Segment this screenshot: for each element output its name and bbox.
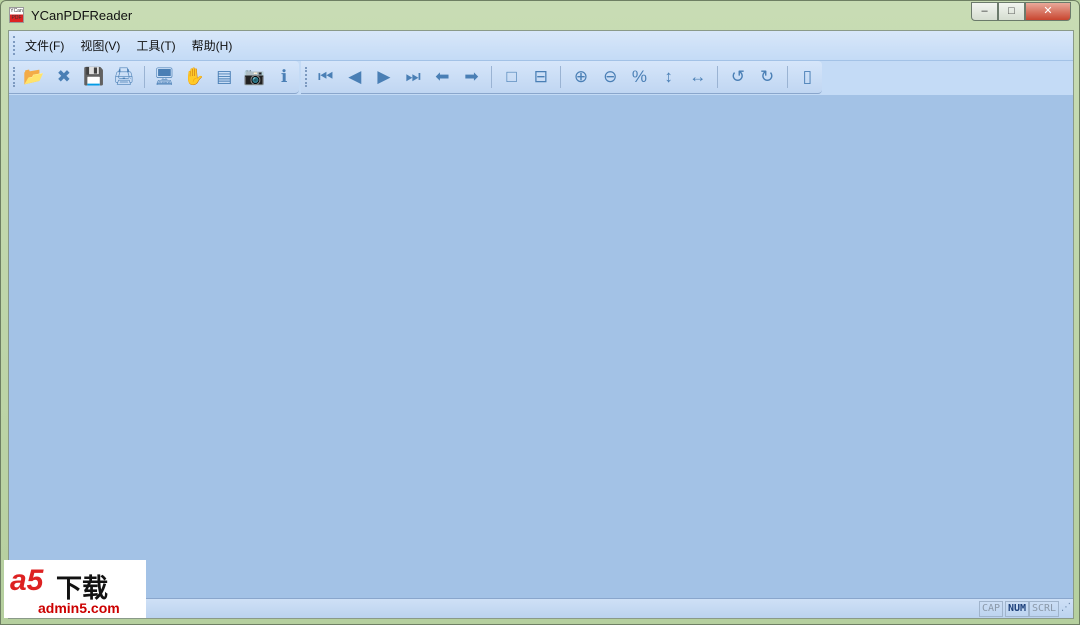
actual-size-100-icon[interactable]: % (627, 64, 652, 90)
maximize-button[interactable]: □ (998, 2, 1025, 21)
back-icon[interactable]: ⬅ (430, 64, 455, 90)
next-page-icon[interactable]: ▶ (371, 64, 396, 90)
toolbar-separator (786, 66, 788, 88)
client-area: 文件(F) 视图(V) 工具(T) 帮助(H) 📂 ✖ 💾 🖨 🖥 ✋ ▤ 📷 ℹ ⏮ ◀ ▶ ⏭ ⬅ ➡… (8, 30, 1074, 619)
rotate-left-icon[interactable]: ↺ (725, 64, 750, 90)
toolbar-area: 📂 ✖ 💾 🖨 🖥 ✋ ▤ 📷 ℹ ⏮ ◀ ▶ ⏭ ⬅ ➡ □ ⊟ ⊕ ⊖% ↕ ↔ ↺ ↻ ▯ (9, 61, 1073, 95)
toolbar-navigation: ⏮ ◀ ▶ ⏭ ⬅ ➡ □ ⊟ ⊕ ⊖% ↕ ↔ ↺ ↻ ▯ (301, 61, 822, 94)
fit-width-icon[interactable]: ↔ (685, 64, 710, 90)
print-icon[interactable]: 🖨 (111, 64, 137, 90)
toolbar-grip[interactable] (13, 67, 15, 87)
save-icon[interactable]: 💾 (81, 64, 107, 90)
menu-grip[interactable] (13, 36, 15, 55)
forward-icon[interactable]: ➡ (459, 64, 484, 90)
fit-height-icon[interactable]: ↕ (656, 64, 681, 90)
watermark-logo: a5 下载 admin5.com (4, 560, 146, 618)
window-title: YCanPDFReader (31, 8, 133, 23)
fullscreen-monitor-icon[interactable]: 🖥 (152, 64, 178, 90)
app-icon: YCan PDF (9, 7, 24, 23)
app-icon-text: YCan PDF (10, 8, 23, 21)
menu-tools[interactable]: 工具(T) (136, 37, 175, 54)
status-cap: CAP (979, 601, 1004, 617)
hand-tool-icon[interactable]: ✋ (181, 64, 207, 90)
menu-view[interactable]: 视图(V) (80, 37, 120, 54)
menu-help[interactable]: 帮助(H) (192, 37, 233, 54)
first-page-icon[interactable]: ⏮ (313, 64, 338, 90)
document-view[interactable] (9, 95, 1073, 600)
minimize-button[interactable]: – (971, 2, 998, 21)
last-page-icon[interactable]: ⏭ (401, 64, 426, 90)
toolbar-file: 📂 ✖ 💾 🖨 🖥 ✋ ▤ 📷 ℹ (9, 61, 299, 94)
snapshot-camera-icon[interactable]: 📷 (241, 64, 267, 90)
watermark-url: admin5.com (38, 600, 120, 616)
open-folder-icon[interactable]: 📂 (21, 64, 47, 90)
info-icon[interactable]: ℹ (271, 64, 297, 90)
toolbar-separator (491, 66, 493, 88)
menu-bar: 文件(F) 视图(V) 工具(T) 帮助(H) (9, 31, 1073, 60)
zoom-out-icon[interactable]: ⊖ (598, 64, 623, 90)
continuous-page-icon[interactable]: ⊟ (528, 64, 553, 90)
bookmark-icon[interactable]: ▯ (795, 64, 820, 90)
thumbnails-icon[interactable]: ▤ (211, 64, 237, 90)
toolbar-grip[interactable] (305, 67, 307, 87)
status-num: NUM (1005, 601, 1030, 617)
single-page-icon[interactable]: □ (499, 64, 524, 90)
zoom-in-icon[interactable]: ⊕ (568, 64, 593, 90)
status-scrl: SCRL (1029, 601, 1060, 617)
toolbar-separator (560, 66, 562, 88)
previous-page-icon[interactable]: ◀ (342, 64, 367, 90)
resize-grip-icon[interactable]: ⋰ (1061, 602, 1071, 613)
rotate-right-icon[interactable]: ↻ (755, 64, 780, 90)
menu-file[interactable]: 文件(F) (25, 37, 64, 54)
watermark-a5: a5 (10, 564, 44, 597)
status-bar: CAP NUM SCRL ⋰ (9, 598, 1073, 618)
toolbar-separator (143, 66, 145, 88)
toolbar-separator (717, 66, 719, 88)
close-button[interactable]: ✕ (1025, 2, 1071, 21)
app-window: YCan PDF YCanPDFReader – □ ✕ 文件(F) 视图(V) … (0, 0, 1080, 625)
close-file-icon[interactable]: ✖ (51, 64, 77, 90)
